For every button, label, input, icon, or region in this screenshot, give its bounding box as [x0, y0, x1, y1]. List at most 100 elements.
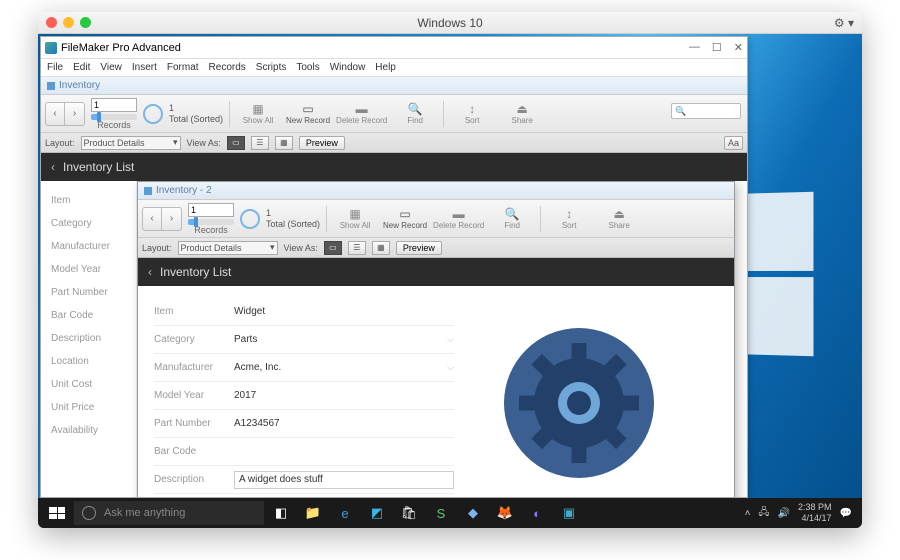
sidebar-item-category[interactable]: Category — [41, 212, 136, 235]
taskbar-app-generic3[interactable]: ◐ — [522, 500, 552, 526]
new-record-button[interactable]: ▭New Record — [383, 207, 427, 230]
back-chevron-icon[interactable]: ‹ — [51, 160, 55, 174]
found-set-pie-icon[interactable] — [240, 209, 260, 229]
record-position: Records — [91, 98, 137, 130]
next-record-button[interactable]: › — [65, 102, 85, 126]
view-form-button[interactable]: ▭ — [324, 241, 342, 255]
sidebar-item-location[interactable]: Location — [41, 350, 136, 373]
find-button[interactable]: 🔍Find — [490, 207, 534, 230]
notifications-icon[interactable]: 💬 — [840, 508, 852, 519]
modelyear-value[interactable]: 2017 — [234, 390, 454, 401]
menu-file[interactable]: File — [47, 62, 63, 73]
new-record-button[interactable]: ▭New Record — [286, 102, 330, 125]
find-button[interactable]: 🔍Find — [393, 102, 437, 125]
sort-button[interactable]: ↕Sort — [547, 207, 591, 230]
item-value[interactable]: Widget — [234, 306, 454, 317]
menu-bar: File Edit View Insert Format Records Scr… — [41, 59, 747, 77]
menu-help[interactable]: Help — [375, 62, 396, 73]
sidebar-item-barcode[interactable]: Bar Code — [41, 304, 136, 327]
taskbar-app-generic1[interactable]: S — [426, 500, 456, 526]
taskbar-app-explorer[interactable]: 📁 — [298, 500, 328, 526]
menu-records[interactable]: Records — [209, 62, 246, 73]
mac-titlebar[interactable]: Windows 10 ⚙ ▾ — [38, 12, 862, 34]
menu-edit[interactable]: Edit — [73, 62, 90, 73]
sidebar-item-unitprice[interactable]: Unit Price — [41, 396, 136, 419]
windows-desktop[interactable]: FileMaker Pro Advanced — ☐ ✕ File Edit V… — [38, 34, 862, 528]
delete-record-button[interactable]: ▬Delete Record — [336, 102, 387, 125]
cortana-search[interactable]: Ask me anything — [74, 501, 264, 525]
mac-settings-icon[interactable]: ⚙ ▾ — [834, 16, 854, 30]
tray-volume-icon[interactable]: 🔊 — [778, 508, 790, 519]
close-button[interactable]: ✕ — [734, 41, 743, 54]
share-button[interactable]: ⏏Share — [500, 102, 544, 125]
preview-button[interactable]: Preview — [299, 136, 345, 150]
manufacturer-value[interactable]: Acme, Inc. — [234, 362, 454, 373]
product-image[interactable] — [474, 298, 624, 448]
document-tab[interactable]: Inventory — [41, 77, 747, 95]
view-table-button[interactable]: ▦ — [275, 136, 293, 150]
show-all-button[interactable]: ▦Show All — [236, 102, 280, 125]
delete-record-button[interactable]: ▬Delete Record — [433, 207, 484, 230]
record-slider[interactable] — [91, 114, 137, 120]
taskbar-app-photos[interactable]: ◩ — [362, 500, 392, 526]
mac-close-button[interactable] — [46, 17, 57, 28]
prev-record-button[interactable]: ‹ — [142, 207, 162, 231]
menu-insert[interactable]: Insert — [132, 62, 157, 73]
record-number-input[interactable] — [91, 98, 137, 112]
taskbar-app-generic2[interactable]: ◆ — [458, 500, 488, 526]
status-toolbar-2: ‹ › Records 1 Total (Sorted — [138, 200, 734, 238]
tray-chevron-icon[interactable]: ˄ — [745, 508, 751, 519]
delete-record-icon: ▬ — [356, 102, 368, 116]
menu-window[interactable]: Window — [330, 62, 366, 73]
sidebar-item-description[interactable]: Description — [41, 327, 136, 350]
sort-button[interactable]: ↕Sort — [450, 102, 494, 125]
view-list-button[interactable]: ☰ — [251, 136, 269, 150]
back-chevron-icon[interactable]: ‹ — [148, 265, 152, 279]
layout-selector[interactable]: Product Details▾ — [81, 136, 181, 150]
taskbar-app-filemaker[interactable]: ▣ — [554, 500, 584, 526]
taskbar-clock[interactable]: 2:38 PM 4/14/17 — [798, 502, 832, 524]
view-form-button[interactable]: ▭ — [227, 136, 245, 150]
layout-selector[interactable]: Product Details▾ — [178, 241, 278, 255]
record-number-input[interactable] — [188, 203, 234, 217]
filemaker-titlebar[interactable]: FileMaker Pro Advanced — ☐ ✕ — [41, 37, 747, 59]
record-nav: ‹ › — [45, 102, 85, 126]
quick-search-input[interactable] — [671, 103, 741, 119]
view-table-button[interactable]: ▦ — [372, 241, 390, 255]
share-button[interactable]: ⏏Share — [597, 207, 641, 230]
taskbar-app-edge[interactable]: e — [330, 500, 360, 526]
next-record-button[interactable]: › — [162, 207, 182, 231]
sidebar-item-modelyear[interactable]: Model Year — [41, 258, 136, 281]
start-button[interactable] — [42, 500, 72, 526]
sidebar-item-availability[interactable]: Availability — [41, 419, 136, 442]
menu-view[interactable]: View — [100, 62, 122, 73]
sidebar-item-unitcost[interactable]: Unit Cost — [41, 373, 136, 396]
sidebar-item-item[interactable]: Item — [41, 189, 136, 212]
view-list-button[interactable]: ☰ — [348, 241, 366, 255]
menu-format[interactable]: Format — [167, 62, 199, 73]
description-value[interactable]: A widget does stuff — [234, 471, 454, 489]
mac-minimize-button[interactable] — [63, 17, 74, 28]
task-view-button[interactable]: ◧ — [266, 500, 296, 526]
menu-scripts[interactable]: Scripts — [256, 62, 287, 73]
sidebar-item-partnumber[interactable]: Part Number — [41, 281, 136, 304]
formatting-button[interactable]: Aa — [724, 136, 743, 150]
prev-record-button[interactable]: ‹ — [45, 102, 65, 126]
category-value[interactable]: Parts — [234, 334, 454, 345]
record-slider[interactable] — [188, 219, 234, 225]
show-all-button[interactable]: ▦Show All — [333, 207, 377, 230]
partnumber-value[interactable]: A1234567 — [234, 418, 454, 429]
maximize-button[interactable]: ☐ — [712, 41, 722, 54]
found-set-pie-icon[interactable] — [143, 104, 163, 124]
preview-button[interactable]: Preview — [396, 241, 442, 255]
taskbar-app-store[interactable]: 🛍 — [394, 500, 424, 526]
sidebar-item-manufacturer[interactable]: Manufacturer — [41, 235, 136, 258]
mac-zoom-button[interactable] — [80, 17, 91, 28]
taskbar-app-firefox[interactable]: 🦊 — [490, 500, 520, 526]
menu-tools[interactable]: Tools — [296, 62, 319, 73]
field-manufacturer: ManufacturerAcme, Inc. — [154, 354, 454, 382]
document-tab-2[interactable]: Inventory - 2 — [138, 182, 734, 200]
tray-network-icon[interactable]: 🖧 — [758, 505, 769, 522]
minimize-button[interactable]: — — [689, 41, 700, 54]
field-modelyear: Model Year2017 — [154, 382, 454, 410]
